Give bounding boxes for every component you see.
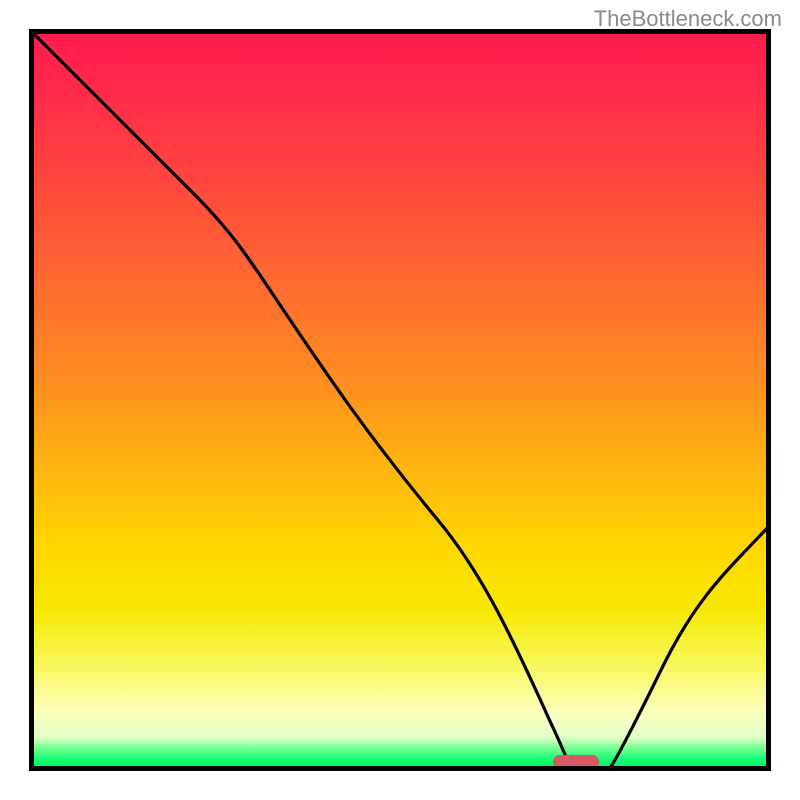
- optimal-range-marker: [553, 755, 599, 769]
- chart-container: TheBottleneck.com: [0, 0, 800, 800]
- bottleneck-curve: [29, 29, 771, 771]
- curve-path: [29, 29, 771, 769]
- watermark-text: TheBottleneck.com: [594, 6, 782, 32]
